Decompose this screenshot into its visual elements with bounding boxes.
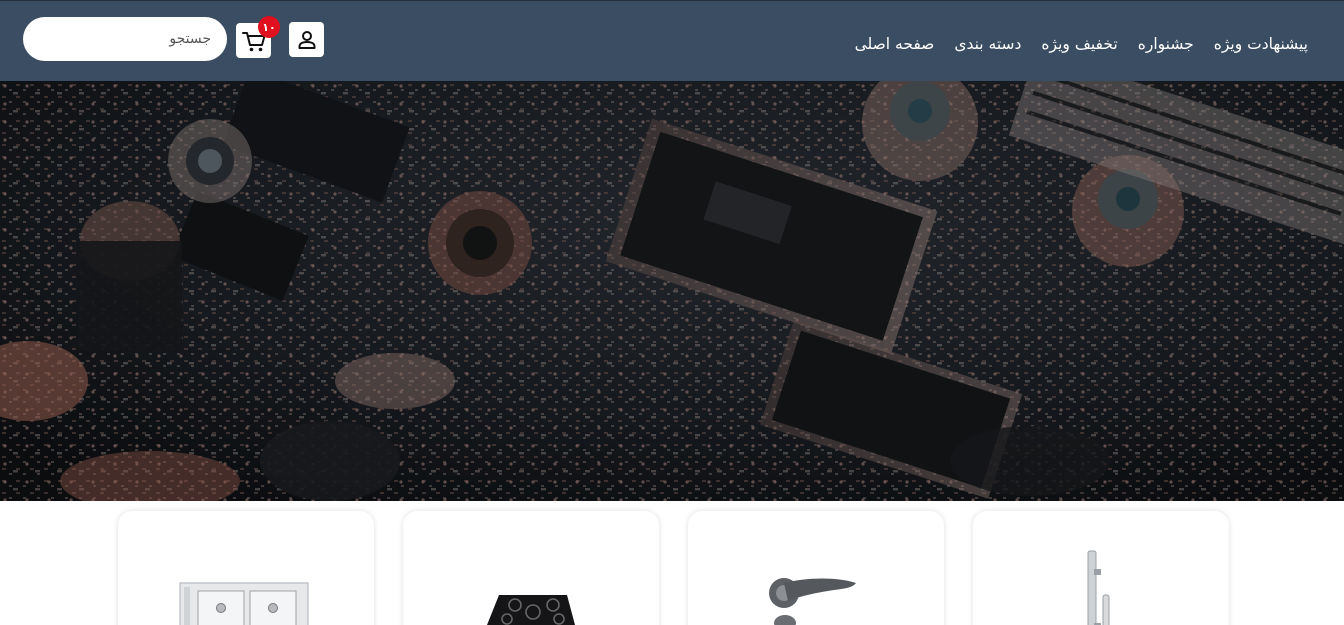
product-card[interactable] (403, 511, 659, 625)
nav-item-special-offer[interactable]: پیشنهادت ویژه (1214, 32, 1308, 56)
user-icon (298, 30, 315, 49)
product-list (0, 501, 1344, 625)
product-card[interactable] (973, 511, 1229, 625)
main-nav: صفحه اصلی دسته بندی تخفیف ویژه جشنواره پ… (855, 32, 1308, 56)
user-account-button[interactable] (289, 22, 324, 57)
product-image-sink (179, 582, 309, 625)
search-input[interactable] (23, 17, 227, 61)
product-card[interactable] (118, 511, 374, 625)
nav-item-special-discount[interactable]: تخفیف ویژه (1041, 32, 1117, 56)
top-header: صفحه اصلی دسته بندی تخفیف ویژه جشنواره پ… (0, 0, 1344, 81)
product-image-door-handle (1087, 550, 1110, 625)
nav-item-home[interactable]: صفحه اصلی (855, 32, 935, 56)
cart-count-badge: ۱۰ (258, 16, 280, 38)
product-image-cooktop (487, 595, 575, 625)
product-card[interactable] (688, 511, 944, 625)
product-image-lever-handle (769, 578, 856, 625)
circuit-board-image (0, 81, 1344, 501)
hero-banner (0, 81, 1344, 501)
nav-item-categories[interactable]: دسته بندی (954, 32, 1021, 56)
nav-item-festival[interactable]: جشنواره (1138, 32, 1194, 56)
